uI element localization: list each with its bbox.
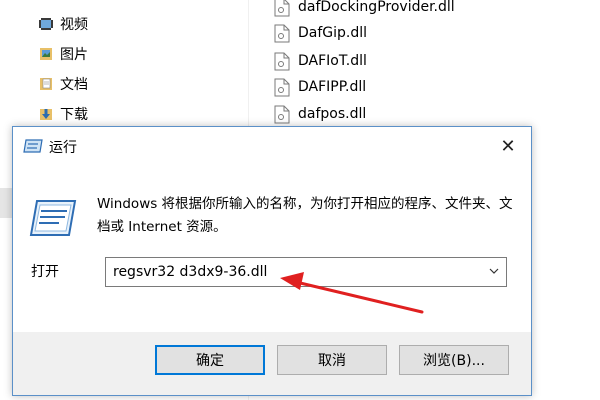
- video-folder-icon: [39, 18, 53, 30]
- ok-button[interactable]: 确定: [155, 345, 265, 375]
- nav-selection-highlight: [0, 188, 12, 218]
- nav-item-label: 下载: [60, 107, 88, 123]
- run-app-icon: [23, 139, 43, 153]
- close-button[interactable]: ✕: [485, 127, 531, 165]
- dll-file-icon: [274, 52, 290, 70]
- file-name: DAFIPP.dll: [298, 79, 367, 95]
- file-item[interactable]: dafpos.dll: [274, 101, 366, 127]
- nav-item-documents[interactable]: 文档: [38, 71, 88, 97]
- close-icon: ✕: [500, 135, 516, 157]
- dialog-footer: 确定 取消 浏览(B)...: [13, 332, 531, 395]
- nav-item-label: 视频: [60, 17, 88, 33]
- file-name: dafpos.dll: [298, 106, 367, 122]
- file-name: dafDockingProvider.dll: [298, 0, 455, 15]
- pictures-folder-icon: [40, 48, 52, 60]
- command-combobox[interactable]: [105, 257, 507, 287]
- cancel-button[interactable]: 取消: [277, 345, 387, 375]
- dialog-content: Windows 将根据你所输入的名称，为你打开相应的程序、文件夹、文档或 Int…: [13, 165, 531, 332]
- file-item[interactable]: DAFIoT.dll: [274, 48, 367, 74]
- command-input[interactable]: [106, 258, 483, 286]
- nav-item-videos[interactable]: 视频: [38, 11, 88, 37]
- dialog-titlebar[interactable]: 运行 ✕: [13, 127, 531, 165]
- dialog-description: Windows 将根据你所输入的名称，为你打开相应的程序、文件夹、文档或 Int…: [97, 196, 513, 235]
- nav-item-label: 图片: [60, 47, 88, 63]
- dll-file-icon: [274, 24, 290, 42]
- file-item[interactable]: DafGip.dll: [274, 20, 367, 46]
- dll-file-icon: [274, 105, 290, 123]
- dll-file-icon: [274, 0, 290, 16]
- dialog-title: 运行: [49, 140, 77, 156]
- run-dialog: 运行 ✕ Windows 将根据你所输入的名称，为你打开相应的程序、文件夹、文档…: [12, 126, 532, 396]
- documents-folder-icon: [40, 78, 52, 90]
- nav-item-pictures[interactable]: 图片: [38, 41, 88, 67]
- chevron-down-icon[interactable]: [488, 264, 500, 278]
- browse-button[interactable]: 浏览(B)...: [399, 345, 509, 375]
- open-label: 打开: [31, 264, 59, 280]
- dll-file-icon: [274, 78, 290, 96]
- file-item[interactable]: DAFIPP.dll: [274, 74, 366, 100]
- run-window-icon: [29, 200, 77, 236]
- partial-nav-item: [38, 0, 128, 7]
- file-name: DAFIoT.dll: [298, 53, 367, 69]
- file-name: DafGip.dll: [298, 25, 368, 41]
- file-item[interactable]: dafDockingProvider.dll: [274, 0, 455, 20]
- nav-item-downloads[interactable]: 下载: [38, 101, 88, 127]
- downloads-folder-icon: [40, 109, 52, 120]
- nav-item-label: 文档: [60, 77, 88, 93]
